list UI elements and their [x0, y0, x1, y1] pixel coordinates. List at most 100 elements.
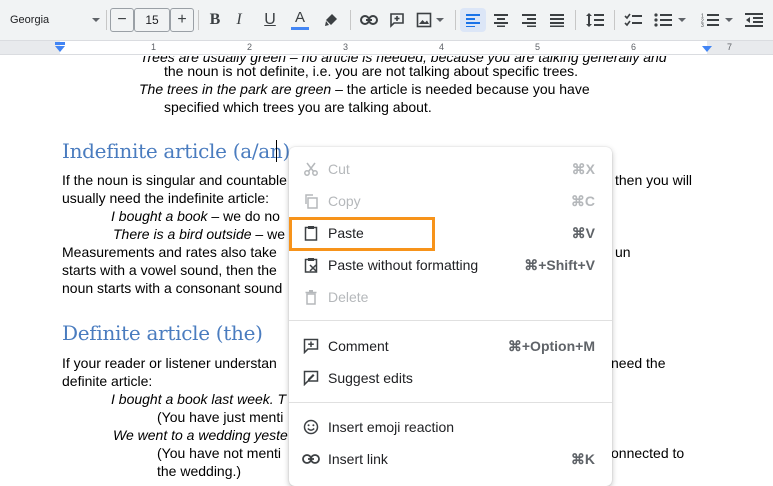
trash-icon — [302, 288, 320, 306]
menu-separator — [289, 402, 612, 403]
bulleted-list-button[interactable] — [650, 8, 690, 32]
decrease-indent-button[interactable] — [742, 8, 766, 32]
line-spacing-button[interactable] — [583, 8, 607, 32]
align-right-button[interactable] — [517, 8, 541, 32]
font-family-dropdown[interactable]: Georgia — [4, 8, 104, 32]
menu-item-label: Paste — [328, 225, 364, 241]
menu-item-paste[interactable]: Paste ⌘V — [289, 217, 612, 249]
justify-button[interactable] — [545, 8, 569, 32]
right-indent-marker[interactable] — [702, 46, 712, 52]
menu-item-suggest-edits[interactable]: Suggest edits — [289, 362, 612, 394]
font-family-value: Georgia — [10, 14, 50, 26]
insert-image-button[interactable] — [413, 8, 447, 32]
text-line: the noun is not definite, i.e. you are n… — [164, 63, 579, 79]
text-line: I bought a book – we do no — [111, 207, 280, 225]
text-line: then you will — [615, 172, 693, 188]
menu-item-label: Copy — [328, 193, 361, 209]
checklist-button[interactable] — [621, 8, 645, 32]
ruler[interactable]: 1 2 3 4 5 6 7 — [0, 40, 773, 55]
underline-button[interactable]: U — [259, 8, 281, 32]
menu-item-label: Insert link — [328, 451, 388, 467]
text-line: definite article: — [62, 373, 153, 389]
text-regular: – we — [251, 226, 285, 242]
text-italic: I bought a book — [111, 208, 208, 224]
first-line-indent-marker[interactable] — [55, 42, 65, 45]
heading-indefinite-article: Indefinite article (a/an) — [62, 139, 291, 163]
toolbar-separator — [575, 10, 576, 30]
text-color-button[interactable]: A — [288, 8, 312, 32]
font-size-input[interactable]: 15 — [134, 8, 170, 32]
text-line: (You have just menti — [157, 409, 284, 425]
menu-item-paste-without-formatting[interactable]: Paste without formatting ⌘+Shift+V — [289, 249, 612, 281]
menu-separator — [289, 320, 612, 321]
increase-font-size-button[interactable]: + — [170, 8, 194, 32]
text-line: usually need the indefinite article: — [62, 190, 270, 206]
text-line: the wedding.) — [157, 463, 242, 479]
ruler-number: 5 — [535, 42, 541, 52]
numbered-list-button[interactable]: 123 — [697, 8, 737, 32]
text-line: The trees in the park are green – the ar… — [139, 80, 590, 98]
ruler-number: 3 — [343, 42, 349, 52]
menu-item-shortcut: ⌘+Shift+V — [524, 256, 595, 273]
italic-button[interactable]: I — [228, 8, 250, 32]
line-spacing-icon — [586, 13, 604, 27]
align-justify-icon — [550, 14, 564, 27]
menu-item-shortcut: ⌘C — [570, 192, 595, 209]
ruler-left-margin — [0, 41, 60, 54]
menu-item-label: Delete — [328, 289, 369, 305]
text-color-swatch — [291, 27, 309, 30]
insert-comment-button[interactable] — [385, 8, 409, 32]
text-italic: There is a bird outside — [113, 226, 252, 242]
toolbar-separator — [198, 10, 199, 30]
menu-item-shortcut: ⌘V — [571, 224, 595, 241]
ruler-number: 6 — [631, 42, 637, 52]
highlight-color-button[interactable] — [319, 8, 343, 32]
menu-item-shortcut: ⌘+Option+M — [507, 337, 595, 354]
highlighter-icon — [325, 14, 337, 26]
text-line: need the — [611, 355, 666, 371]
menu-item-cut[interactable]: Cut ⌘X — [289, 153, 612, 185]
menu-item-label: Suggest edits — [328, 370, 413, 386]
text-line: onnected to — [611, 445, 685, 461]
text-cursor — [276, 140, 277, 162]
align-left-icon — [466, 14, 480, 27]
menu-item-label: Comment — [328, 338, 389, 354]
toolbar-separator — [455, 10, 456, 30]
menu-item-label: Paste without formatting — [328, 257, 479, 273]
text-line: I bought a book last week. T — [111, 391, 287, 407]
text-line: Measurements and rates also take — [62, 244, 277, 260]
scissors-icon — [302, 160, 320, 178]
link-icon — [360, 15, 378, 25]
toolbar: Georgia − 15 + B I U A 1 2 3 — [0, 0, 773, 40]
align-right-icon — [522, 14, 536, 27]
menu-item-copy[interactable]: Copy ⌘C — [289, 185, 612, 217]
emoji-icon — [302, 418, 320, 436]
svg-text:3: 3 — [701, 23, 704, 27]
ruler-number: 2 — [247, 42, 253, 52]
menu-item-label: Insert emoji reaction — [328, 419, 455, 435]
menu-item-shortcut: ⌘K — [570, 450, 595, 467]
menu-item-shortcut: ⌘X — [571, 160, 595, 177]
ruler-number: 7 — [727, 42, 733, 52]
decrease-font-size-button[interactable]: − — [110, 8, 134, 32]
menu-item-label: Cut — [328, 161, 350, 177]
image-icon — [416, 12, 432, 28]
text-line: There is a bird outside – we — [113, 225, 285, 243]
toolbar-separator — [106, 10, 107, 30]
text-color-label: A — [294, 9, 305, 26]
link-icon — [302, 450, 320, 468]
menu-item-insert-link[interactable]: Insert link ⌘K — [289, 443, 612, 475]
numbered-list-icon: 123 — [701, 14, 719, 27]
chevron-down-icon — [92, 18, 100, 22]
chevron-down-icon — [436, 18, 444, 22]
text-italic: The trees in the park are green — [139, 81, 332, 97]
align-center-button[interactable] — [489, 8, 513, 32]
text-line: specified which trees you are talking ab… — [164, 99, 432, 115]
menu-item-delete[interactable]: Delete — [289, 281, 612, 313]
left-indent-marker[interactable] — [55, 46, 65, 52]
bold-button[interactable]: B — [204, 8, 226, 32]
menu-item-insert-emoji-reaction[interactable]: Insert emoji reaction — [289, 411, 612, 443]
menu-item-comment[interactable]: Comment ⌘+Option+M — [289, 330, 612, 362]
align-left-button[interactable] — [460, 8, 486, 32]
insert-link-button[interactable] — [357, 8, 381, 32]
